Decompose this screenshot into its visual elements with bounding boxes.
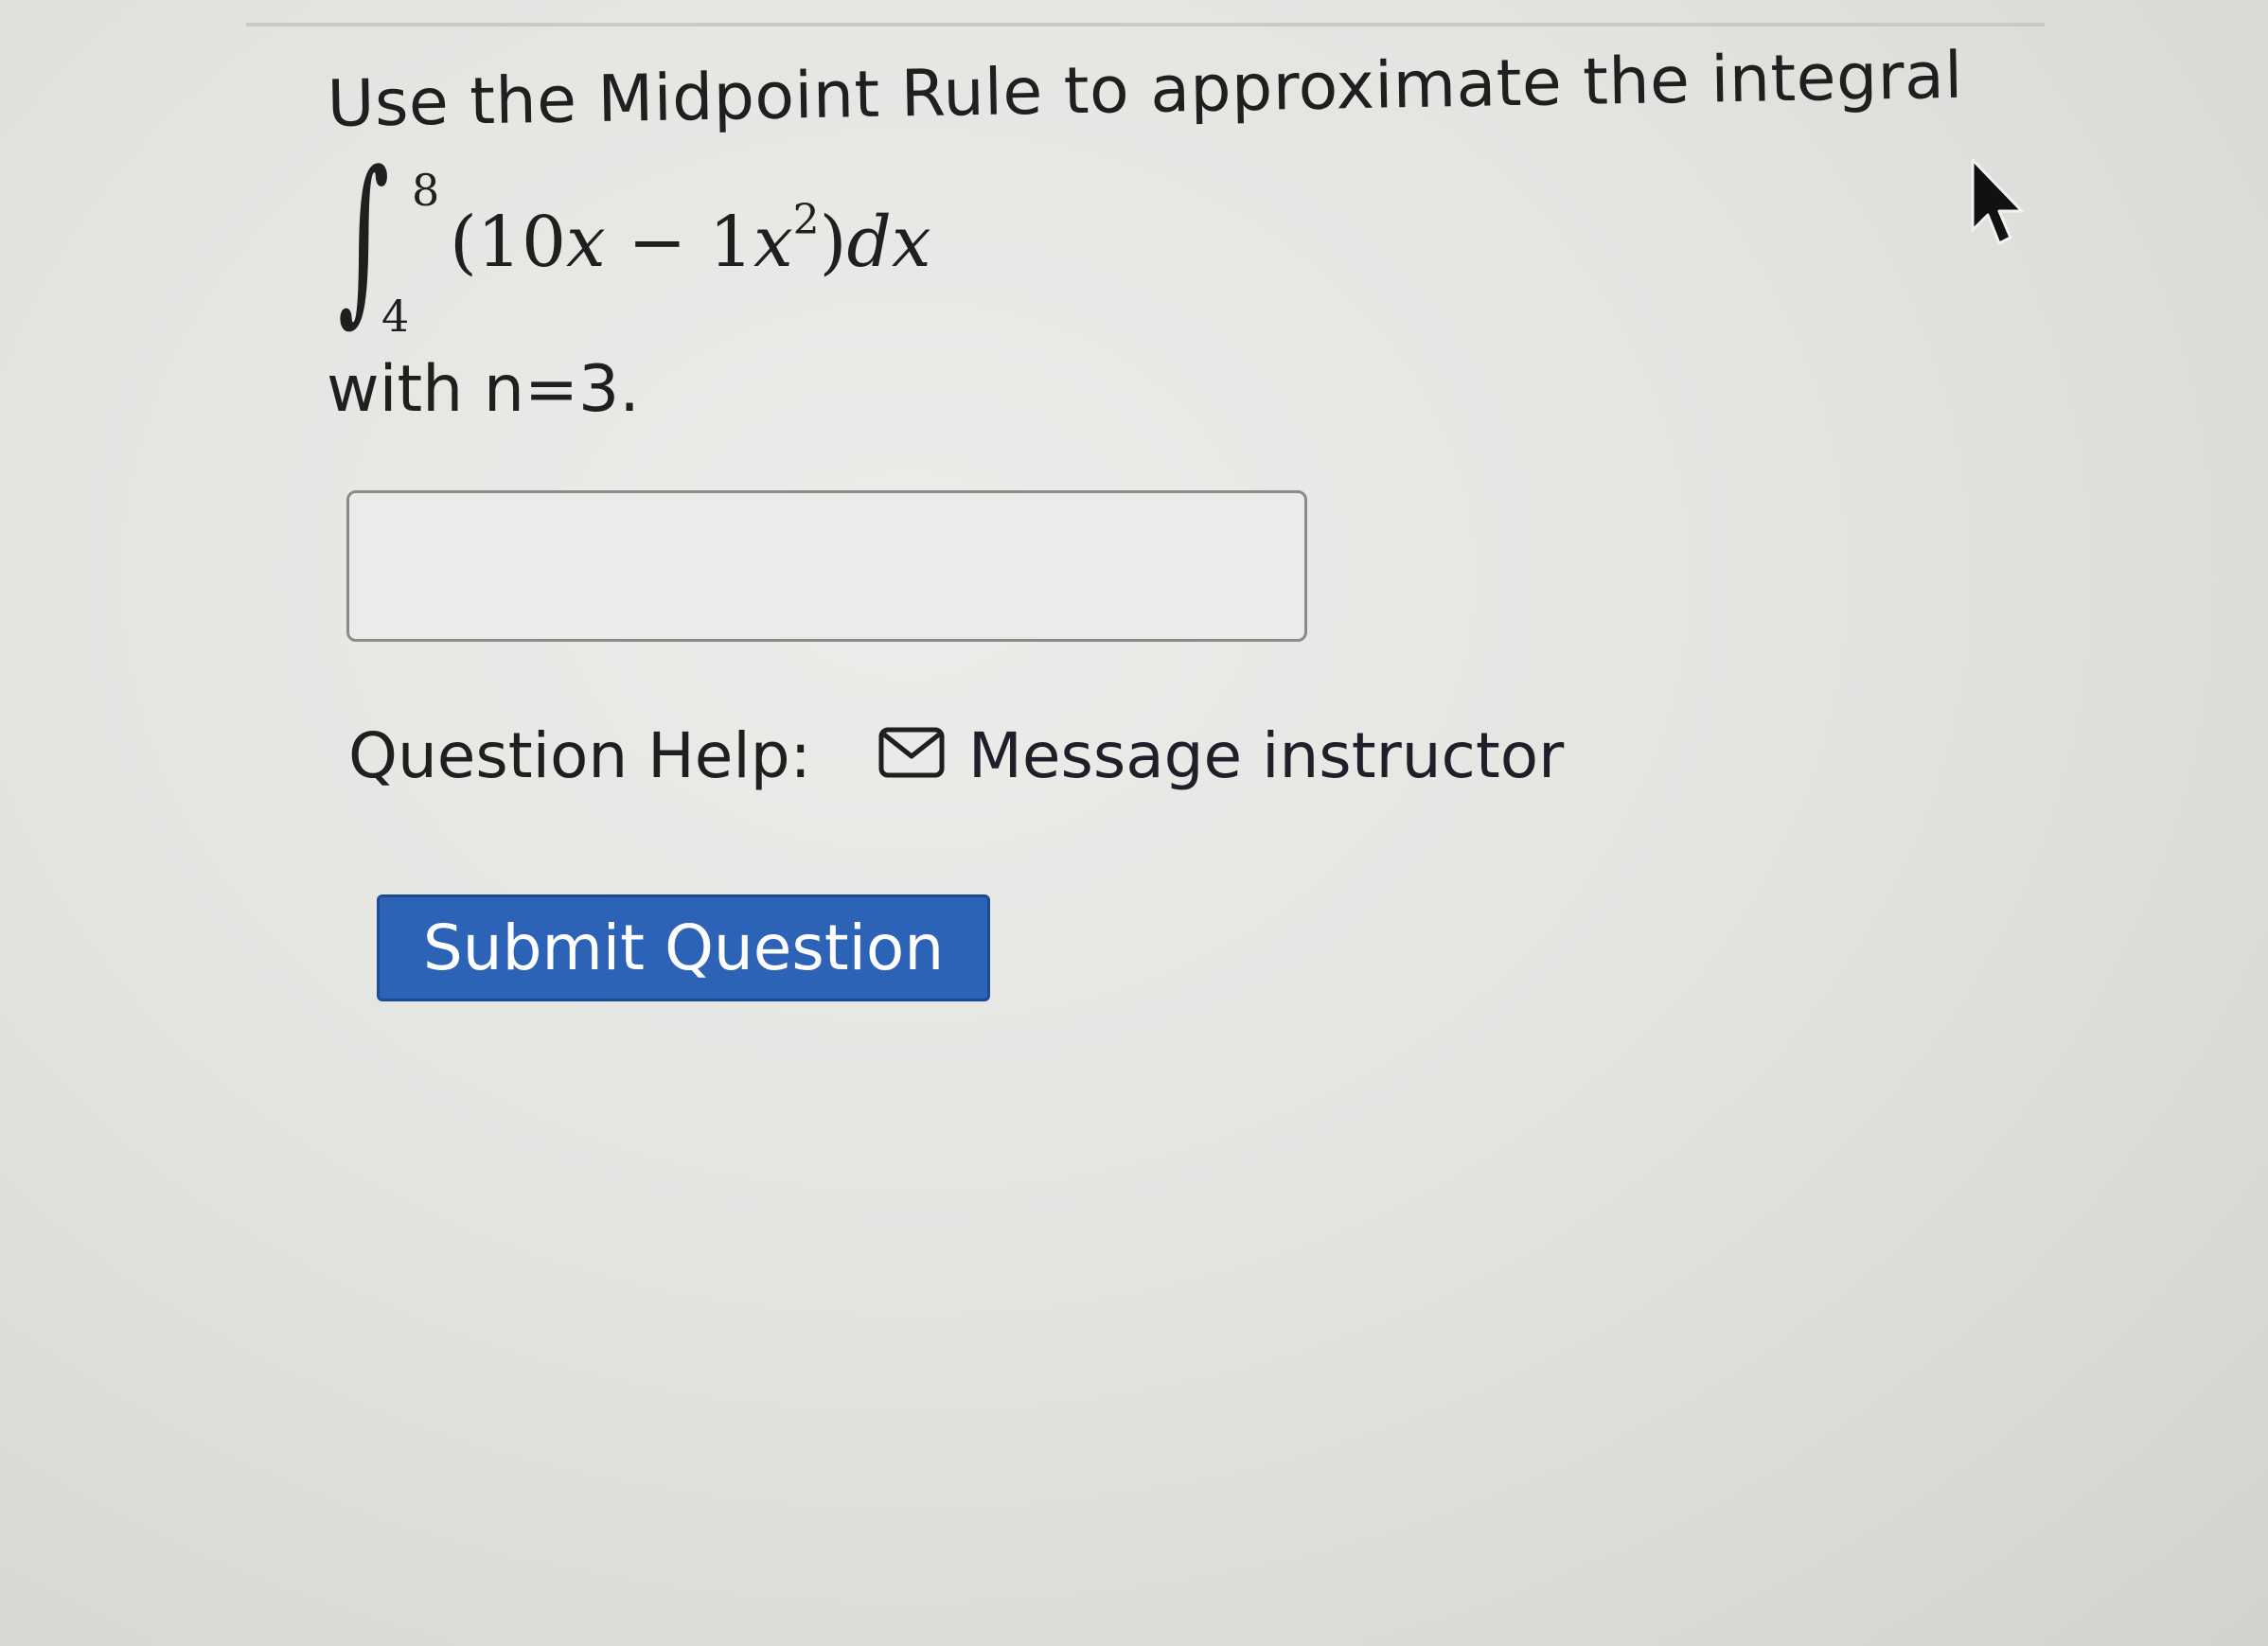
question-block: Use the Midpoint Rule to approximate the…: [327, 39, 2030, 427]
envelope-icon[interactable]: [877, 726, 946, 779]
integrand: (10x − 1x2)dx: [450, 196, 931, 283]
message-instructor-link[interactable]: Message instructor: [968, 719, 1564, 792]
question-prompt: Use the Midpoint Rule to approximate the…: [327, 38, 1964, 142]
mouse-cursor-icon: [1971, 158, 2024, 245]
close-paren: ): [819, 201, 847, 283]
variable-2: x: [753, 201, 793, 283]
coefficient-1: 10: [476, 201, 567, 283]
top-divider: [246, 23, 2045, 27]
differential: dx: [846, 201, 931, 283]
variable-1: x: [566, 201, 606, 283]
exponent: 2: [792, 195, 820, 244]
answer-input[interactable]: [346, 490, 1307, 642]
question-help: Question Help: Message instructor: [348, 719, 1564, 792]
integral-lower-limit: 4: [381, 290, 410, 342]
question-condition: with n=3.: [327, 351, 640, 427]
submit-question-button[interactable]: Submit Question: [377, 894, 990, 1001]
integral-upper-limit: 8: [412, 164, 440, 216]
coefficient-2: 1: [708, 201, 753, 283]
integral-expression: ∫ 8 4 (10x − 1x2)dx: [327, 144, 2030, 362]
open-paren: (: [450, 201, 477, 283]
minus-sign: −: [605, 201, 709, 283]
question-help-label: Question Help:: [348, 719, 811, 792]
